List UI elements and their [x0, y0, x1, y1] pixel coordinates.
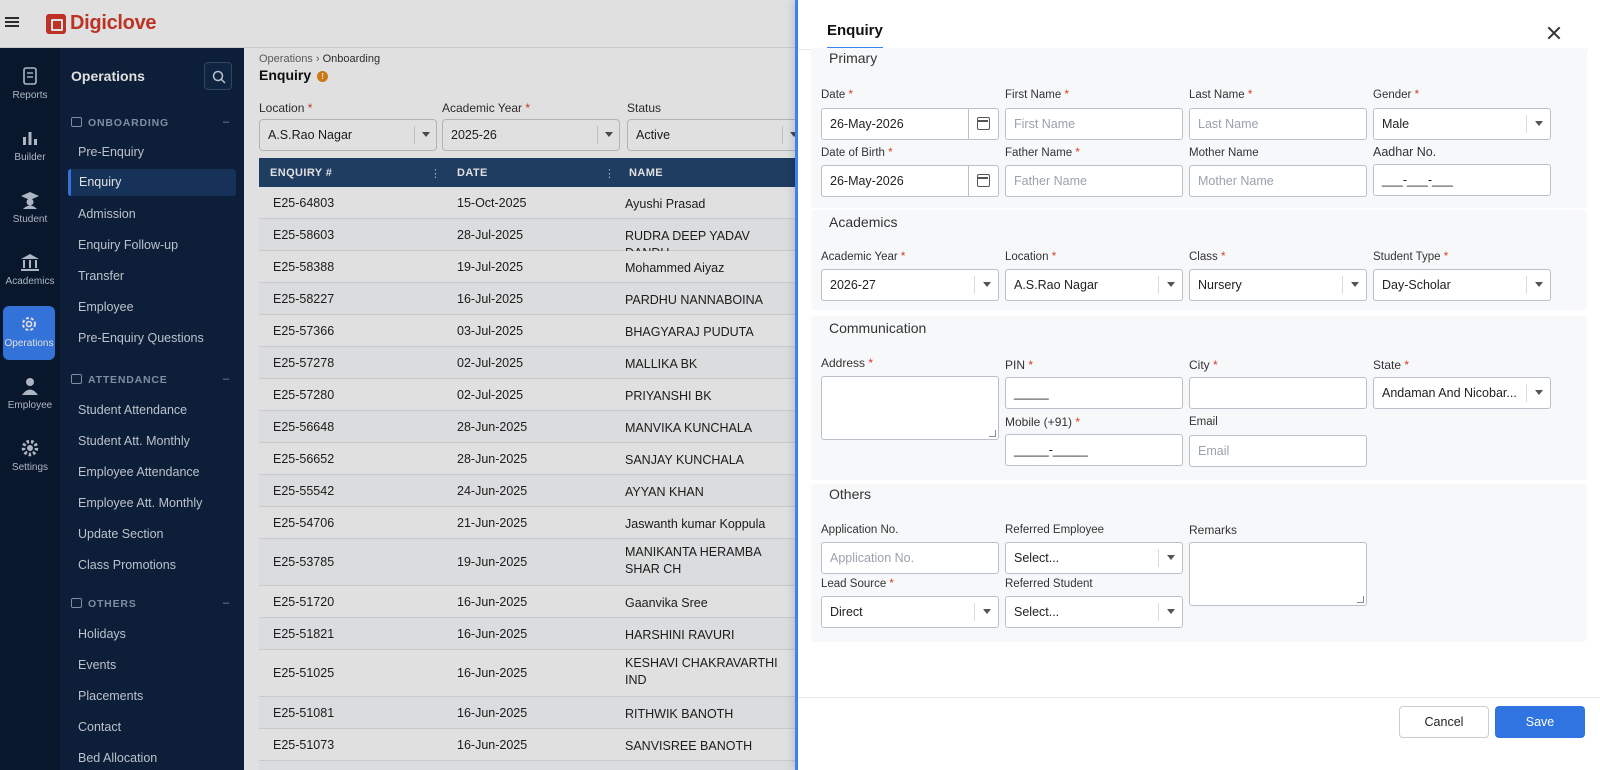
chevron-down-icon [974, 276, 998, 294]
referred-student-label: Referred Student [1005, 578, 1093, 590]
chevron-down-icon [1158, 549, 1182, 567]
mother-name-field[interactable]: Mother Name [1189, 165, 1367, 197]
drawer-footer: Cancel Save [798, 697, 1600, 770]
others-section-title: Others [829, 486, 872, 502]
remarks-textarea[interactable] [1189, 542, 1367, 606]
dob-label: Date of Birth * [821, 147, 893, 159]
gender-select[interactable]: Male [1373, 108, 1551, 140]
address-textarea[interactable] [821, 376, 999, 440]
mobile-field[interactable]: _____-_____ [1005, 434, 1183, 466]
aadhar-label: Aadhar No. [1373, 145, 1437, 159]
enquiry-drawer: Enquiry Primary Date * 26-May-2026 First… [795, 0, 1600, 770]
drawer-title-tab[interactable]: Enquiry [827, 22, 883, 49]
referred-employee-label: Referred Employee [1005, 524, 1105, 536]
cancel-button[interactable]: Cancel [1399, 706, 1489, 738]
gender-label: Gender * [1373, 89, 1420, 101]
academics-section: Academics Academic Year * 2026-27 Locati… [811, 210, 1587, 310]
communication-section-title: Communication [829, 320, 927, 336]
lead-source-label: Lead Source * [821, 578, 894, 590]
application-no-field[interactable]: Application No. [821, 542, 999, 574]
date-label: Date * [821, 89, 853, 101]
aadhar-field[interactable]: ___-___-___ [1373, 164, 1551, 196]
academics-section-title: Academics [829, 214, 898, 230]
calendar-icon[interactable] [968, 166, 998, 196]
state-label: State * [1373, 358, 1410, 372]
mother-name-label: Mother Name [1189, 147, 1259, 159]
class-select[interactable]: Nursery [1189, 269, 1367, 301]
email-label: Email [1189, 416, 1218, 428]
calendar-icon[interactable] [968, 109, 998, 139]
date-field[interactable]: 26-May-2026 [821, 108, 999, 140]
location-label: Location * [1005, 251, 1057, 263]
state-select[interactable]: Andaman And Nicobar... [1373, 377, 1551, 409]
others-section: Others Application No. Application No. R… [811, 484, 1587, 642]
chevron-down-icon [1526, 384, 1550, 402]
referred-student-select[interactable]: Select... [1005, 596, 1183, 628]
pin-label: PIN * [1005, 358, 1034, 372]
father-name-field[interactable]: Father Name [1005, 165, 1183, 197]
father-name-label: Father Name * [1005, 147, 1080, 159]
communication-section: Communication Address * PIN * _____ City… [811, 316, 1587, 480]
application-no-label: Application No. [821, 524, 899, 536]
drawer-header: Enquiry [798, 12, 1588, 50]
last-name-label: Last Name * [1189, 89, 1253, 101]
class-label: Class * [1189, 251, 1226, 263]
address-label: Address * [821, 356, 874, 370]
first-name-field[interactable]: First Name [1005, 108, 1183, 140]
modal-backdrop[interactable] [0, 0, 798, 770]
mobile-label: Mobile (+91) * [1005, 415, 1081, 429]
chevron-down-icon [1158, 603, 1182, 621]
first-name-label: First Name * [1005, 89, 1069, 101]
location-select[interactable]: A.S.Rao Nagar [1005, 269, 1183, 301]
save-button[interactable]: Save [1495, 706, 1585, 738]
chevron-down-icon [1526, 115, 1550, 133]
remarks-label: Remarks [1189, 523, 1238, 537]
student-type-select[interactable]: Day-Scholar [1373, 269, 1551, 301]
lead-source-select[interactable]: Direct [821, 596, 999, 628]
pin-field[interactable]: _____ [1005, 377, 1183, 409]
academic-year-select[interactable]: 2026-27 [821, 269, 999, 301]
chevron-down-icon [974, 603, 998, 621]
student-type-label: Student Type * [1373, 251, 1449, 263]
chevron-down-icon [1158, 276, 1182, 294]
city-field[interactable] [1189, 377, 1367, 409]
primary-section: Primary Date * 26-May-2026 First Name * … [811, 48, 1587, 208]
dob-field[interactable]: 26-May-2026 [821, 165, 999, 197]
last-name-field[interactable]: Last Name [1189, 108, 1367, 140]
chevron-down-icon [1526, 276, 1550, 294]
primary-section-title: Primary [829, 50, 878, 66]
close-icon[interactable] [1545, 24, 1563, 42]
referred-employee-select[interactable]: Select... [1005, 542, 1183, 574]
chevron-down-icon [1342, 276, 1366, 294]
city-label: City * [1189, 358, 1218, 372]
email-field[interactable]: Email [1189, 435, 1367, 467]
academic-year-label: Academic Year * [821, 251, 906, 263]
